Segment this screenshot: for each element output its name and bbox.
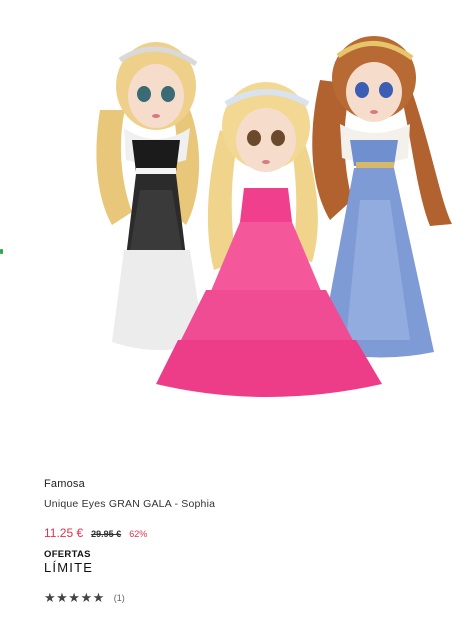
product-info: Famosa Unique Eyes GRAN GALA - Sophia 11… — [44, 478, 444, 606]
offer-badge-line1: OFERTAS — [44, 549, 91, 560]
product-card[interactable]: Famosa Unique Eyes GRAN GALA - Sophia 11… — [0, 0, 475, 618]
discount-badge: 62% — [129, 529, 148, 539]
price-current: 11.25 € — [44, 526, 84, 540]
review-count[interactable]: (1) — [114, 593, 125, 603]
doll-left — [96, 42, 204, 350]
product-image[interactable] — [0, 0, 475, 462]
offer-badge: OFERTAS LÍMITE — [44, 550, 444, 574]
price-old: 29.95 € — [91, 529, 122, 539]
product-name[interactable]: Unique Eyes GRAN GALA - Sophia — [44, 498, 444, 512]
price-row: 11.25 € 29.95 € 62% — [44, 526, 444, 542]
star-icon: ★★★★★ — [44, 589, 105, 605]
rating-row[interactable]: ★★★★★ (1) — [44, 590, 444, 606]
dolls-illustration — [96, 36, 452, 397]
product-brand: Famosa — [44, 478, 85, 490]
offer-badge-line2: LÍMITE — [44, 559, 94, 575]
